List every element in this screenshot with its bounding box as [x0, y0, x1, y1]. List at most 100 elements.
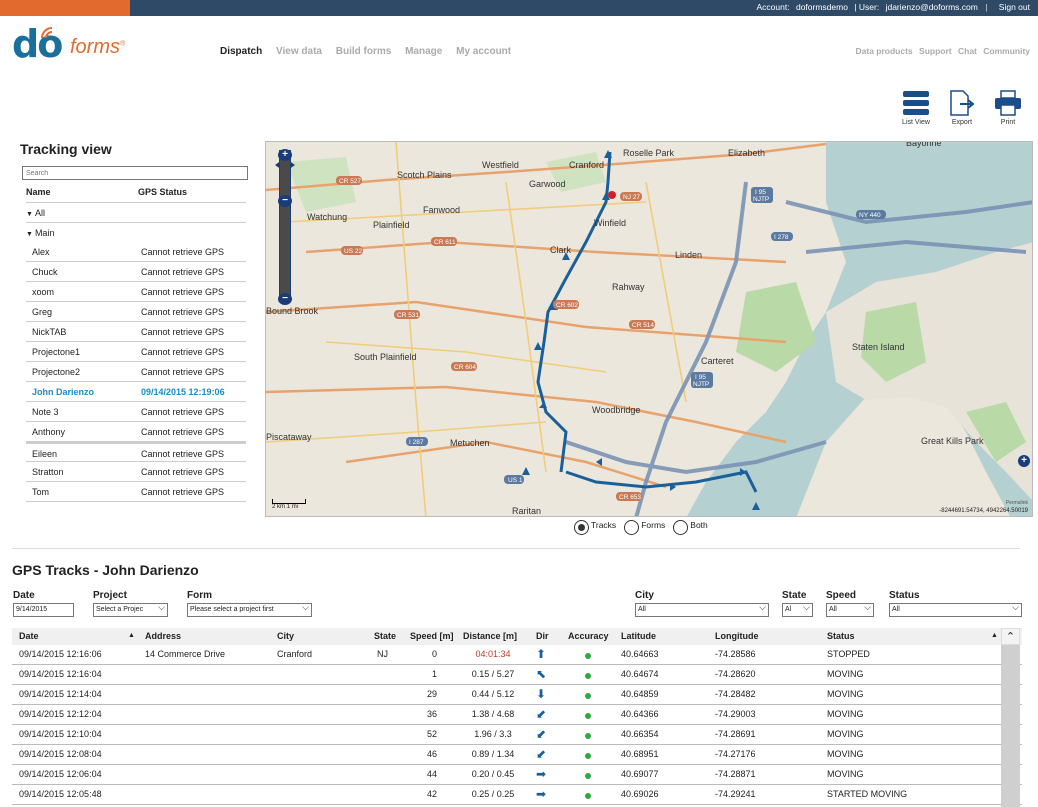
radio-forms[interactable]: Forms	[624, 520, 665, 535]
tracking-user-row[interactable]: John Darienzo 09/14/2015 12:19:06	[26, 382, 246, 402]
layer-switcher-button[interactable]: +	[1018, 455, 1030, 467]
city-filter-select[interactable]: All	[635, 603, 769, 617]
user-gps-status: 09/14/2015 12:19:06	[141, 387, 225, 397]
table-row[interactable]: 09/14/2015 12:16:06 14 Commerce Drive Cran…	[12, 645, 1022, 665]
caret-down-icon: ▼	[26, 211, 33, 218]
table-row[interactable]: 09/14/2015 12:16:04 1 0.15 / 5.27 ⬉ 40.64674…	[12, 665, 1022, 685]
zoom-slider[interactable]: + − −	[278, 149, 292, 305]
permalink[interactable]: Permalink	[1006, 500, 1028, 506]
col-dir[interactable]: Dir	[536, 631, 549, 641]
direction-arrow-icon: ⬋	[536, 747, 547, 761]
zoom-in-button[interactable]: +	[278, 149, 292, 161]
tracking-user-row[interactable]: Eileen Cannot retrieve GPS	[26, 442, 246, 462]
cell-lat: 40.64674	[621, 669, 659, 679]
cell-status: STARTED MOVING	[827, 789, 908, 799]
table-row[interactable]: 09/14/2015 12:12:04 36 1.38 / 4.68 ⬋ 40.6436…	[12, 705, 1022, 725]
tracking-view-title: Tracking view	[20, 141, 112, 157]
map-place-label: Scotch Plains	[397, 170, 452, 180]
accuracy-indicator	[585, 651, 591, 661]
zoom-out-button[interactable]: −	[278, 293, 292, 305]
gps-tracks-table: Date ▲ Address City State Speed [m] Dist…	[12, 628, 1022, 805]
tracking-search-input[interactable]	[22, 166, 248, 180]
tracking-user-row[interactable]: Tom Cannot retrieve GPS	[26, 482, 246, 502]
nav-my-account[interactable]: My account	[456, 46, 511, 57]
col-longitude[interactable]: Longitude	[715, 631, 759, 641]
col-distance[interactable]: Distance [m]	[463, 631, 517, 641]
toolbar: List View Export Print	[900, 90, 1024, 126]
col-address[interactable]: Address	[145, 631, 181, 641]
account-name: doformsdemo	[795, 2, 848, 12]
nav-support[interactable]: Support	[919, 46, 952, 56]
scroll-up-icon[interactable]: ⌃	[1001, 628, 1020, 645]
tracking-list: ▼ All ▼ Main Alex Cannot retrieve GPS Chuck C…	[26, 202, 246, 502]
radio-both[interactable]: Both	[673, 520, 708, 535]
table-row[interactable]: 09/14/2015 12:06:04 44 0.20 / 0.45 ➡ 40.6907…	[12, 765, 1022, 785]
tracking-user-row[interactable]: Chuck Cannot retrieve GPS	[26, 262, 246, 282]
group-main[interactable]: ▼ Main	[26, 222, 246, 242]
tracking-user-row[interactable]: Note 3 Cannot retrieve GPS	[26, 402, 246, 422]
tracking-user-row[interactable]: Stratton Cannot retrieve GPS	[26, 462, 246, 482]
print-button[interactable]: Print	[992, 90, 1024, 126]
sign-out-link[interactable]: Sign out	[999, 2, 1030, 12]
svg-text:CR 527: CR 527	[339, 178, 361, 185]
speed-filter-label: Speed	[826, 590, 857, 601]
tracking-user-row[interactable]: Alex Cannot retrieve GPS	[26, 242, 246, 262]
current-position-marker[interactable]	[608, 191, 616, 199]
col-latitude[interactable]: Latitude	[621, 631, 656, 641]
logo-forms: forms®	[70, 36, 126, 58]
tracking-user-row[interactable]: Greg Cannot retrieve GPS	[26, 302, 246, 322]
radio-both-control[interactable]	[673, 520, 689, 535]
state-filter-select[interactable]: Al	[782, 603, 813, 617]
cell-speed: 36	[427, 709, 438, 719]
table-row[interactable]: 09/14/2015 12:14:04 29 0.44 / 5.12 ⬇ 40.6485…	[12, 685, 1022, 705]
form-filter-select[interactable]: Please select a project first	[187, 603, 312, 617]
doforms-logo[interactable]: do forms®	[12, 22, 152, 66]
cell-date: 09/14/2015 12:12:04	[19, 709, 102, 719]
map-view-options: Tracks Forms Both	[574, 520, 708, 535]
nav-manage[interactable]: Manage	[405, 46, 442, 57]
zoom-handle[interactable]: −	[278, 195, 292, 207]
nav-dispatch[interactable]: Dispatch	[220, 46, 262, 57]
radio-tracks-control[interactable]	[574, 520, 589, 535]
map-canvas[interactable]: CR 527 NJ 27 I 95NJTP NY 440 US 22 CR 61…	[266, 142, 1033, 517]
tracking-user-row[interactable]: Projectone2 Cannot retrieve GPS	[26, 362, 246, 382]
col-city[interactable]: City	[277, 631, 294, 641]
cell-lon: -74.28586	[715, 649, 756, 659]
map-place-label: Carteret	[701, 356, 734, 366]
col-speed[interactable]: Speed [m]	[410, 631, 454, 641]
map-place-label: Clark	[550, 245, 572, 255]
sort-icon[interactable]: ▲	[991, 632, 998, 639]
tracking-user-row[interactable]: Anthony Cannot retrieve GPS	[26, 422, 246, 442]
tracking-user-row[interactable]: xoom Cannot retrieve GPS	[26, 282, 246, 302]
list-view-button[interactable]: List View	[900, 90, 932, 126]
col-status[interactable]: Status	[827, 631, 855, 641]
tracking-user-row[interactable]: Projectone1 Cannot retrieve GPS	[26, 342, 246, 362]
nav-data-products[interactable]: Data products	[856, 46, 913, 56]
radio-forms-control[interactable]	[624, 520, 640, 535]
col-state[interactable]: State	[374, 631, 396, 641]
svg-text:CR 602: CR 602	[556, 302, 578, 309]
speed-filter-select[interactable]: All	[826, 603, 874, 617]
col-accuracy[interactable]: Accuracy	[568, 631, 609, 641]
nav-chat[interactable]: Chat	[958, 46, 977, 56]
status-filter-select[interactable]: All	[889, 603, 1022, 617]
sort-asc-icon[interactable]: ▲	[128, 632, 135, 639]
nav-build-forms[interactable]: Build forms	[336, 46, 392, 57]
col-date[interactable]: Date	[19, 631, 39, 641]
map-scale: 2 km 1 mi	[272, 499, 306, 510]
tracking-map[interactable]: CR 527 NJ 27 I 95 NJTP NY 440 US 22 CR 61…	[265, 141, 1033, 517]
svg-text:I 95: I 95	[695, 374, 706, 381]
nav-community[interactable]: Community	[983, 46, 1030, 56]
nav-view-data[interactable]: View data	[276, 46, 322, 57]
table-row[interactable]: 09/14/2015 12:05:48 42 0.25 / 0.25 ➡ 40.6902…	[12, 785, 1022, 805]
user-name: Greg	[32, 307, 53, 317]
project-filter-select[interactable]: Select a Projec	[93, 603, 168, 617]
radio-tracks[interactable]: Tracks	[574, 520, 616, 535]
table-row[interactable]: 09/14/2015 12:08:04 46 0.89 / 1.34 ⬋ 40.6895…	[12, 745, 1022, 765]
table-scrollbar[interactable]: ⌃	[1001, 628, 1020, 807]
table-row[interactable]: 09/14/2015 12:10:04 52 1.96 / 3.3 ⬋ 40.66354…	[12, 725, 1022, 745]
group-all[interactable]: ▼ All	[26, 202, 246, 222]
date-filter-input[interactable]: 9/14/2015	[13, 603, 74, 617]
export-button[interactable]: Export	[946, 90, 978, 126]
tracking-user-row[interactable]: NickTAB Cannot retrieve GPS	[26, 322, 246, 342]
